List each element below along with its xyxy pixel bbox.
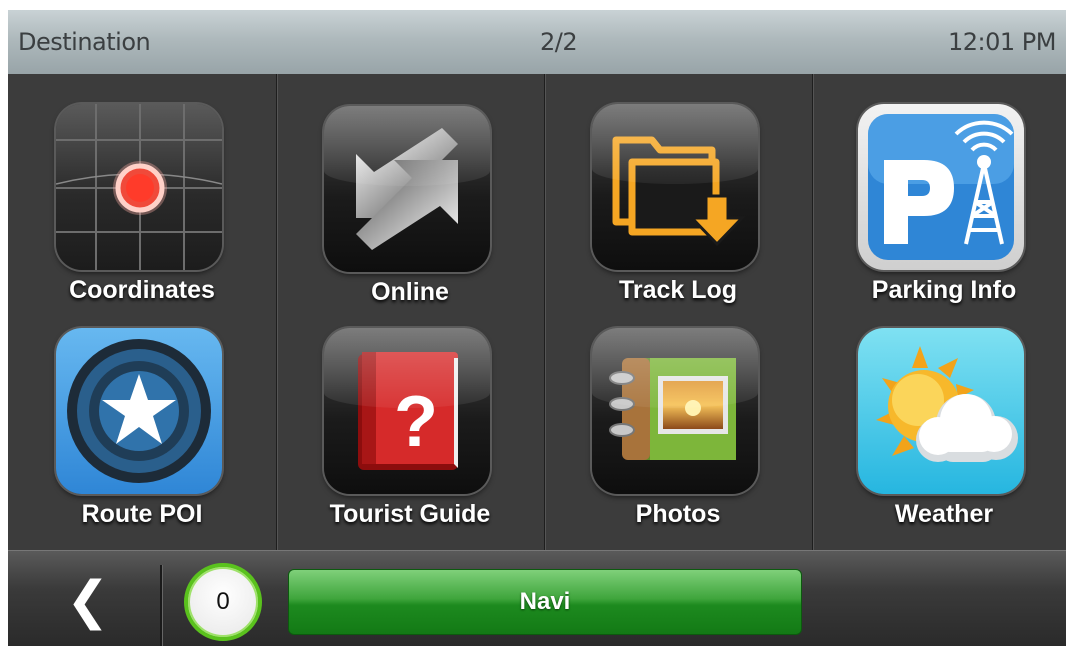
tile-label: Route POI	[81, 500, 203, 528]
tile-route-poi[interactable]: Route POI	[12, 328, 272, 550]
tile-online[interactable]: Online	[280, 106, 540, 328]
chevron-left-icon: ❮	[66, 571, 110, 631]
photo-album-icon	[592, 328, 758, 494]
bottom-bar: ❮ 0 Navi	[8, 550, 1066, 646]
navi-button[interactable]: Navi	[288, 569, 802, 635]
tile-tourist-guide[interactable]: ? Tourist Guide	[280, 328, 540, 550]
crosshair-grid-icon	[56, 104, 222, 270]
header-bar: Destination 2/2 12:01 PM	[8, 10, 1066, 75]
bottom-divider	[160, 565, 163, 646]
page-title: Destination	[18, 28, 151, 56]
red-book-question-icon: ?	[324, 328, 490, 494]
page-indicator: 2/2	[540, 28, 578, 56]
column-divider	[544, 74, 546, 550]
tile-label: Track Log	[618, 276, 738, 304]
column-divider	[276, 74, 278, 550]
tile-track-log[interactable]: Track Log	[548, 104, 808, 326]
tile-photos[interactable]: Photos	[548, 328, 808, 550]
tile-label: Photos	[635, 500, 721, 528]
tile-label: Weather	[894, 500, 994, 528]
tile-parking-info[interactable]: Parking Info	[814, 104, 1066, 326]
tile-coordinates[interactable]: Coordinates	[12, 104, 272, 326]
sync-arrows-icon	[324, 106, 490, 272]
tile-label: Parking Info	[871, 276, 1017, 304]
tile-label: Tourist Guide	[329, 500, 491, 528]
tile-weather[interactable]: Weather	[814, 328, 1066, 550]
star-target-icon	[56, 328, 222, 494]
tile-label: Coordinates	[69, 276, 215, 304]
sun-cloud-icon	[858, 328, 1024, 494]
svg-text:?: ?	[394, 382, 438, 462]
route-count-badge[interactable]: 0	[184, 563, 262, 641]
tile-label: Online	[371, 278, 449, 306]
clock: 12:01 PM	[948, 28, 1056, 56]
back-button[interactable]: ❮	[8, 551, 160, 646]
app-frame: Destination 2/2 12:01 PM Coordinates Onl…	[8, 10, 1066, 646]
parking-antenna-icon	[858, 104, 1024, 270]
folder-download-icon	[592, 104, 758, 270]
menu-grid: Coordinates Online Track Log Parking Inf…	[8, 74, 1066, 550]
